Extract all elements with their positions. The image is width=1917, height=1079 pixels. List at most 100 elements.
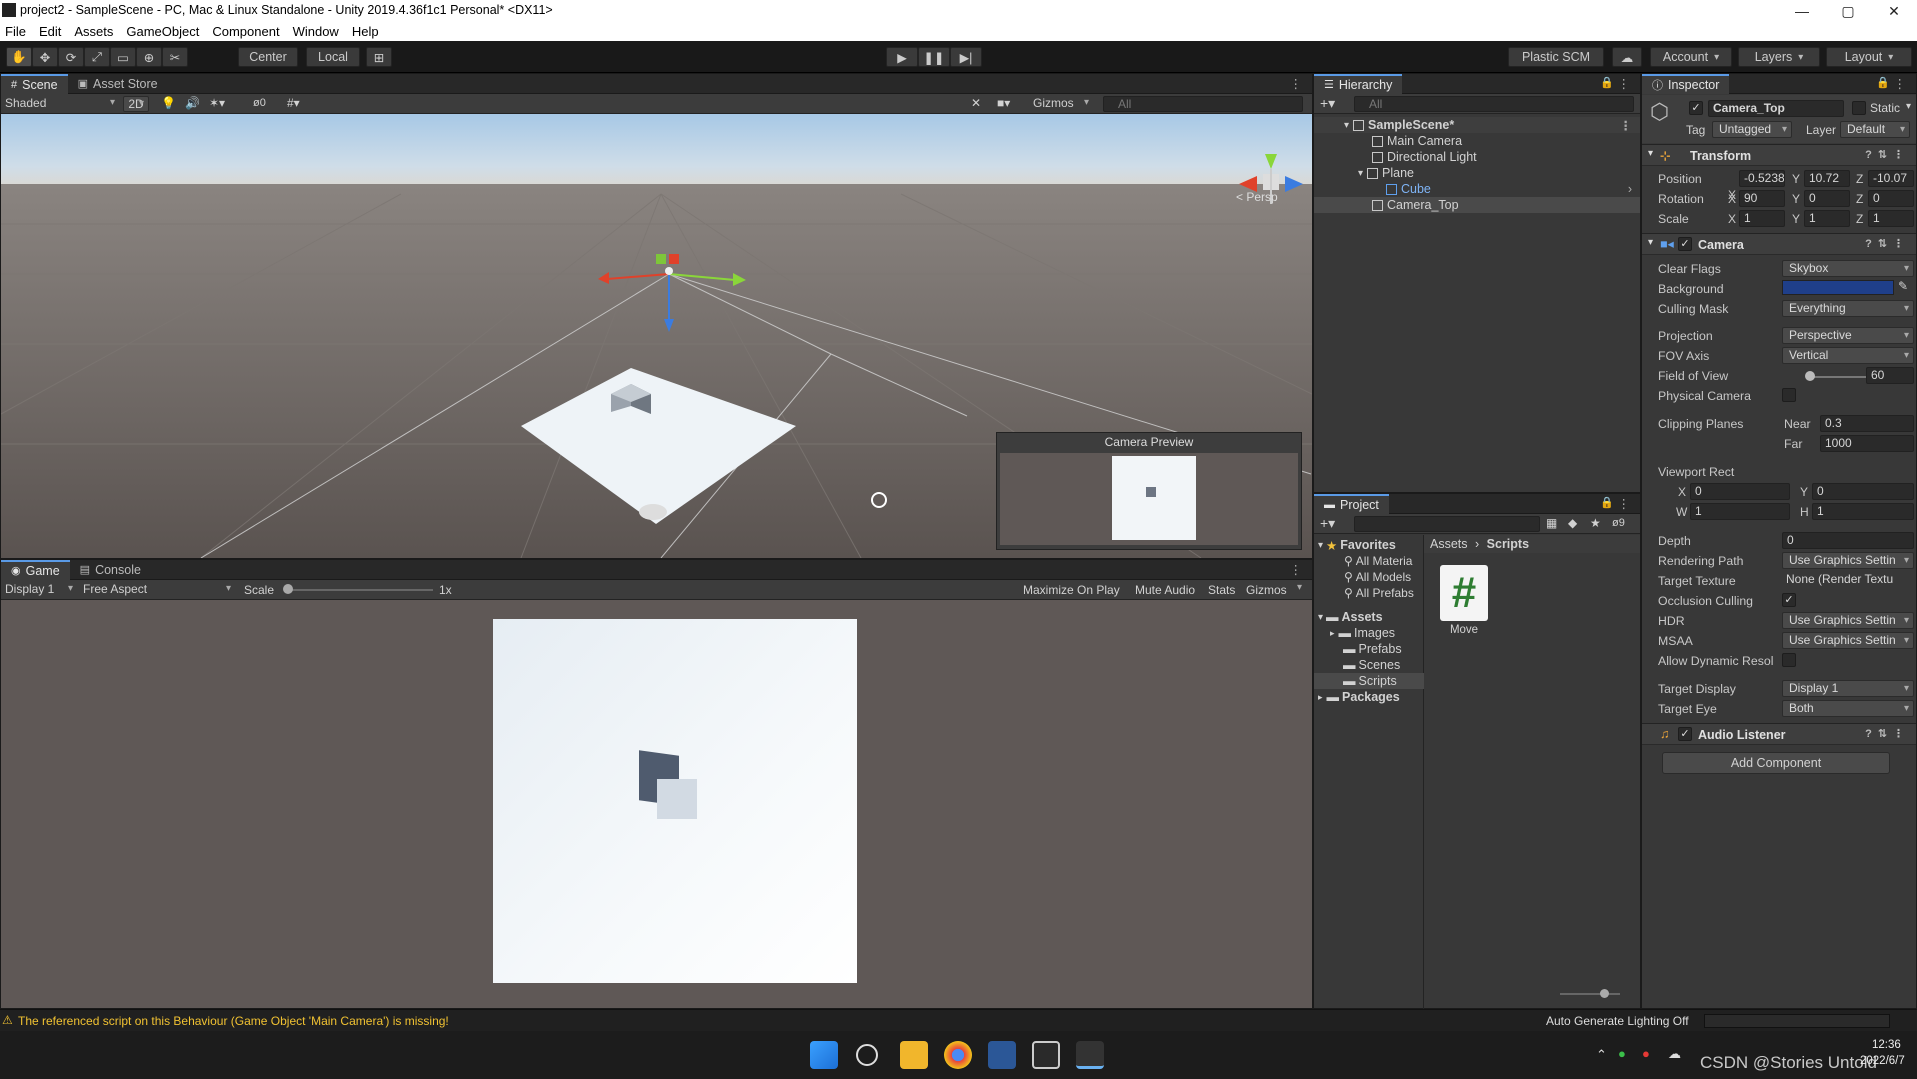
camera-header[interactable]: ▾ ■◂ ✓ Camera ?⇅⋮ [1642,233,1916,255]
rotation-x-field[interactable]: 90 [1739,190,1785,207]
stats-button[interactable]: Stats [1208,583,1235,597]
project-hidden-icon[interactable]: ø9 [1612,517,1625,529]
packages-expand-icon[interactable]: ▸ [1318,692,1323,703]
viewport-h-field[interactable]: 1 [1812,503,1914,520]
favorites-row[interactable]: ▾ ★ Favorites [1314,537,1424,553]
near-field[interactable]: 0.3 [1820,415,1914,432]
static-dropdown-arrow-icon[interactable]: ▾ [1906,101,1911,112]
lighting-toggle-icon[interactable]: 💡 [161,96,176,110]
project-search-input[interactable] [1354,516,1540,532]
folder-scenes[interactable]: ▬ Scenes [1314,657,1424,673]
close-button[interactable]: ✕ [1871,2,1917,20]
tray-cloud-icon[interactable]: ☁ [1668,1046,1681,1062]
assets-expand-icon[interactable]: ▾ [1318,612,1323,623]
position-y-field[interactable]: 10.72 [1804,170,1850,187]
tray-chevron-icon[interactable]: ⌃ [1596,1047,1607,1063]
favorite-item[interactable]: ⚲ All Materia [1314,553,1424,569]
step-button[interactable]: ▶| [950,47,982,67]
layers-dropdown[interactable]: Layers [1738,47,1820,67]
icon-size-slider[interactable] [1560,993,1620,995]
folder-images[interactable]: ▸ ▬ Images [1314,625,1424,641]
fov-axis-dropdown[interactable]: Vertical [1782,347,1914,364]
camera-expand-icon[interactable]: ▾ [1648,237,1653,248]
breadcrumb-scripts[interactable]: Scripts [1487,537,1529,551]
dynamic-resolution-checkbox[interactable] [1782,653,1796,667]
transform-expand-icon[interactable]: ▾ [1648,148,1653,159]
folder-scripts[interactable]: ▬ Scripts [1314,673,1424,689]
scale-x-field[interactable]: 1 [1739,210,1785,227]
msaa-dropdown[interactable]: Use Graphics Settin [1782,632,1914,649]
active-checkbox[interactable]: ✓ [1689,101,1703,115]
hierarchy-search-input[interactable]: All [1354,96,1634,112]
tab-inspector[interactable]: ⓘ Inspector [1642,73,1730,94]
favorite-item[interactable]: ⚲ All Models [1314,569,1424,585]
mute-audio-button[interactable]: Mute Audio [1135,583,1195,597]
asset-move-script[interactable]: # Move [1440,565,1494,645]
tab-game[interactable]: ◉ Game [1,559,70,580]
rotation-y-field[interactable]: 0 [1804,190,1850,207]
icon-size-slider-handle[interactable] [1600,989,1609,998]
assets-row[interactable]: ▾ ▬ Assets [1314,609,1424,625]
transform-tool-icon[interactable]: ⊕ [136,47,162,67]
audio-toggle-icon[interactable]: 🔊 [185,96,200,110]
tab-scene[interactable]: # Scene [1,73,68,94]
mode-2d-button[interactable]: 2D [123,96,149,112]
hierarchy-item-cube[interactable]: Cube › [1314,181,1640,197]
component-header-icons[interactable]: ?⇅⋮ [1865,727,1910,740]
hand-tool-icon[interactable]: ✋ [6,47,32,67]
rotation-z-field[interactable]: 0 [1868,190,1914,207]
favorites-expand-icon[interactable]: ▾ [1318,540,1323,551]
account-dropdown[interactable]: Account [1650,47,1732,67]
filter-label-icon[interactable]: ◆ [1568,516,1577,530]
status-warning-message[interactable]: The referenced script on this Behaviour … [18,1014,449,1028]
clear-flags-dropdown[interactable]: Skybox [1782,260,1914,277]
hierarchy-item-directional-light[interactable]: Directional Light [1314,149,1640,165]
transform-header[interactable]: ▾ ⊹ Transform ?⇅⋮ [1642,144,1916,166]
rendering-path-dropdown[interactable]: Use Graphics Settin [1782,552,1914,569]
inspector-lock-icon[interactable]: 🔒 [1876,76,1890,89]
tab-hierarchy[interactable]: ☰ Hierarchy [1314,73,1403,94]
play-button[interactable]: ▶ [886,47,918,67]
hdr-dropdown[interactable]: Use Graphics Settin [1782,612,1914,629]
gizmos-dropdown[interactable]: Gizmos [1029,96,1093,112]
fov-slider-handle[interactable] [1805,371,1815,381]
minimize-button[interactable]: — [1779,2,1825,20]
clock-time[interactable]: 12:36 [1872,1039,1901,1051]
target-texture-field[interactable]: None (Render Textu [1782,572,1914,589]
menu-file[interactable]: File [5,24,26,39]
projection-dropdown[interactable]: Perspective [1782,327,1914,344]
windows-start-icon[interactable] [810,1041,838,1069]
hierarchy-menu-icon[interactable]: ⋮ [1618,76,1631,91]
hidden-objects-icon[interactable]: ø0 [253,97,266,109]
hierarchy-lock-icon[interactable]: 🔒 [1600,76,1614,89]
maximize-button[interactable]: ▢ [1825,2,1871,20]
project-menu-icon[interactable]: ⋮ [1618,496,1631,511]
scale-slider-handle[interactable] [283,584,293,594]
prefab-open-icon[interactable]: › [1628,182,1632,196]
inspector-menu-icon[interactable]: ⋮ [1894,76,1907,91]
far-field[interactable]: 1000 [1820,435,1914,452]
hierarchy-add-icon[interactable]: +▾ [1320,95,1335,112]
position-x-field[interactable]: -0.5238 [1739,170,1785,187]
scene-expand-icon[interactable]: ▾ [1344,120,1349,131]
object-name-input[interactable]: Camera_Top [1708,100,1844,117]
scene-menu-icon[interactable]: ⋮ [1290,76,1303,91]
rect-tool-icon[interactable]: ▭ [110,47,136,67]
tab-asset-store[interactable]: ▣ Asset Store [68,74,168,94]
fov-field[interactable]: 60 [1866,367,1914,384]
folder-expand-icon[interactable]: ▸ [1330,628,1335,639]
position-z-field[interactable]: -10.07 [1868,170,1914,187]
static-checkbox[interactable] [1852,101,1866,115]
wechat-icon[interactable]: ● [1618,1046,1626,1061]
game-gizmos-button[interactable]: Gizmos [1246,583,1287,597]
packages-row[interactable]: ▸ ▬ Packages [1314,689,1424,705]
menu-assets[interactable]: Assets [74,24,113,39]
tab-console[interactable]: ▤ Console [70,560,151,580]
camera-settings-icon[interactable]: ■▾ [997,96,1010,110]
cloud-icon[interactable]: ☁ [1612,47,1642,67]
display-dropdown[interactable]: Display 1 [1,582,77,598]
custom-tool-icon[interactable]: ✂ [162,47,188,67]
scale-tool-icon[interactable]: ⤢ [84,47,110,67]
physical-camera-checkbox[interactable] [1782,388,1796,402]
favorite-star-icon[interactable]: ★ [1590,516,1601,530]
